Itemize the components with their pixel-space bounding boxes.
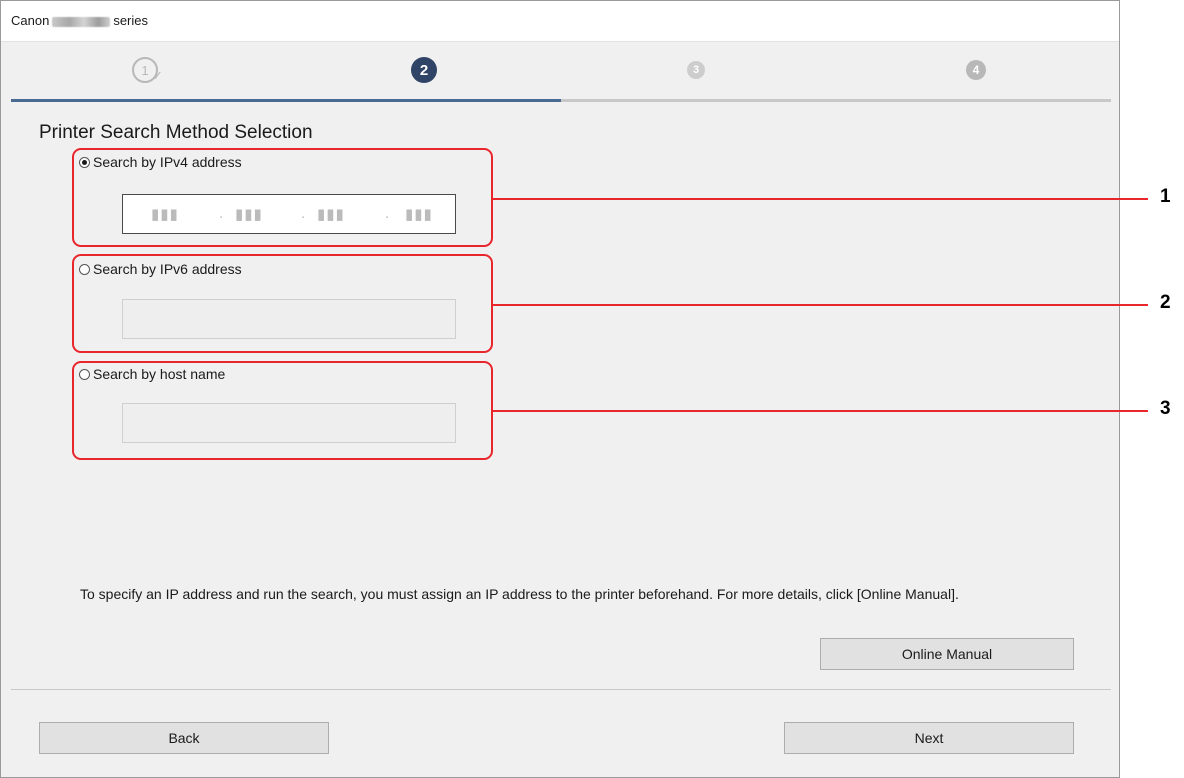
page-title: Printer Search Method Selection bbox=[39, 122, 313, 143]
callout-number-1: 1 bbox=[1160, 186, 1171, 207]
footer-divider bbox=[11, 689, 1111, 690]
window-title: Canon series bbox=[11, 13, 148, 28]
callout-number-2: 2 bbox=[1160, 292, 1171, 313]
step-progress-track bbox=[11, 99, 1111, 102]
next-button[interactable]: Next bbox=[784, 722, 1074, 754]
info-text: To specify an IP address and run the sea… bbox=[80, 586, 959, 602]
step-2-current-icon: 2 bbox=[411, 57, 437, 83]
step-progress-fill bbox=[11, 99, 561, 102]
redacted-model-name bbox=[52, 16, 111, 27]
callout-number-3: 3 bbox=[1160, 398, 1171, 419]
step-indicator: 1 ✓ 2 3 4 bbox=[11, 43, 1111, 105]
title-bar: Canon series bbox=[1, 1, 1119, 42]
step-4-icon: 4 bbox=[966, 60, 986, 80]
checkmark-icon: ✓ bbox=[152, 68, 163, 83]
callout-box-2 bbox=[72, 254, 493, 353]
window-title-suffix: series bbox=[113, 13, 148, 28]
callout-box-1 bbox=[72, 148, 493, 247]
callout-line-3 bbox=[493, 410, 1148, 412]
callout-line-2 bbox=[493, 304, 1148, 306]
back-button[interactable]: Back bbox=[39, 722, 329, 754]
window-title-prefix: Canon bbox=[11, 13, 50, 28]
callout-line-1 bbox=[493, 198, 1148, 200]
step-3-icon: 3 bbox=[687, 61, 705, 79]
step-1-done-icon: 1 ✓ bbox=[132, 57, 163, 83]
online-manual-button[interactable]: Online Manual bbox=[820, 638, 1074, 670]
callout-box-3 bbox=[72, 361, 493, 460]
